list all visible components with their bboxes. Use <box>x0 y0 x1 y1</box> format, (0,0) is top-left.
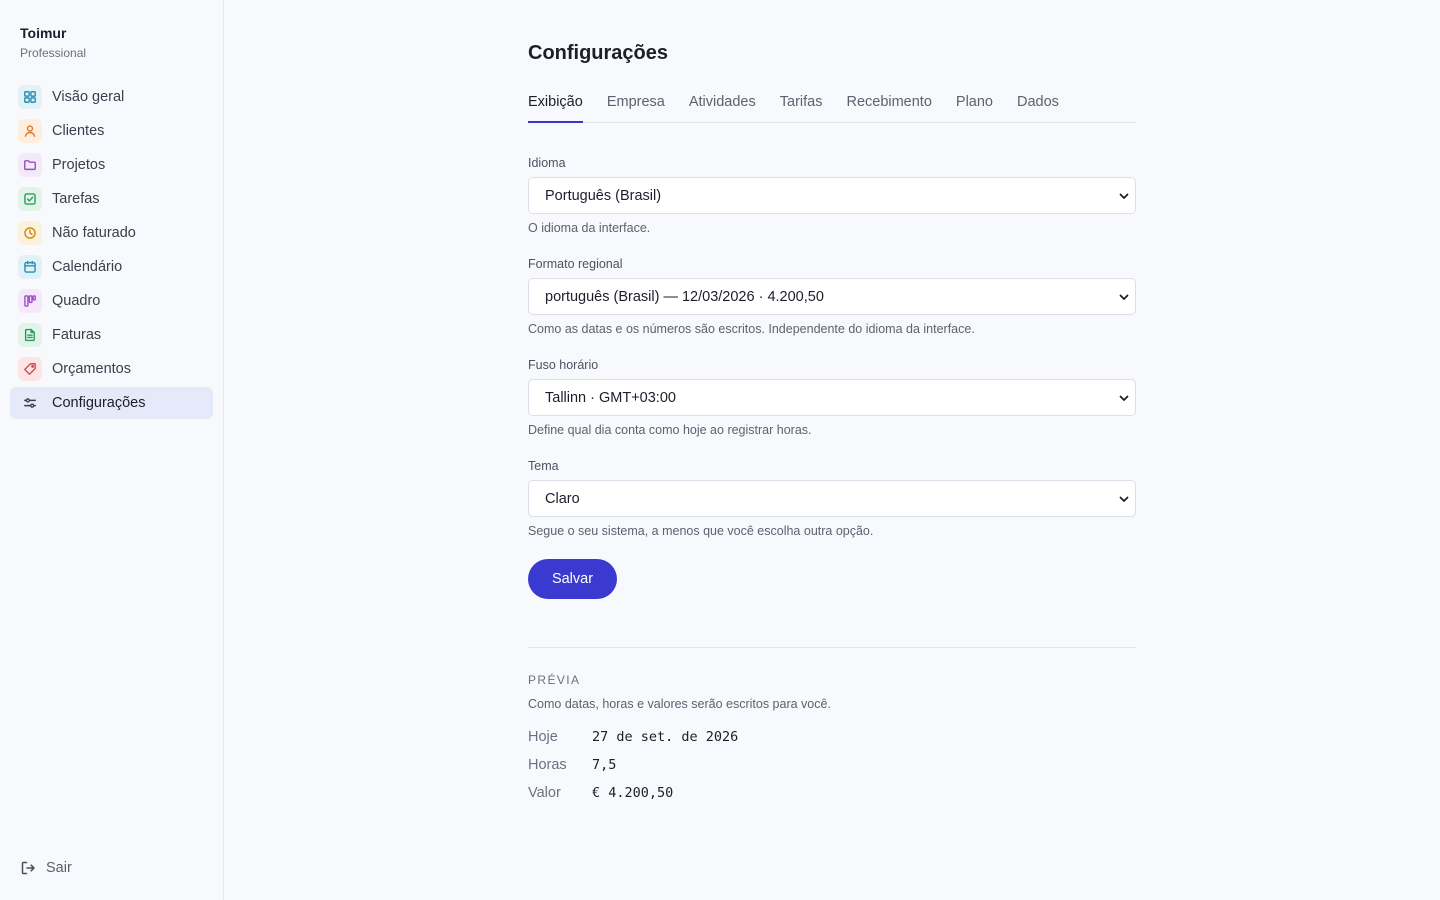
locale-select[interactable]: português (Brasil) — 12/03/2026 · 4.200,… <box>528 278 1136 315</box>
clock-icon <box>18 221 42 245</box>
logout-button[interactable]: Sair <box>20 860 72 876</box>
tab-atividades[interactable]: Atividades <box>689 88 756 123</box>
sidebar-item-projetos[interactable]: Projetos <box>10 149 213 181</box>
sidebar-item-faturas[interactable]: Faturas <box>10 319 213 351</box>
preview-row-hours: Horas 7,5 <box>528 757 616 773</box>
language-hint: O idioma da interface. <box>528 221 651 235</box>
sidebar-item-nao-faturado[interactable]: Não faturado <box>10 217 213 249</box>
tab-dados[interactable]: Dados <box>1017 88 1059 123</box>
sidebar-item-label: Tarefas <box>52 191 100 207</box>
sliders-icon <box>18 391 42 415</box>
sidebar-item-orcamentos[interactable]: Orçamentos <box>10 353 213 385</box>
preview-value: € 4.200,50 <box>592 785 674 801</box>
sidebar-item-visao-geral[interactable]: Visão geral <box>10 81 213 113</box>
tab-plano[interactable]: Plano <box>956 88 993 123</box>
tab-empresa[interactable]: Empresa <box>607 88 665 123</box>
preview-row-amount: Valor € 4.200,50 <box>528 785 673 801</box>
preview-key: Valor <box>528 785 561 801</box>
sidebar-item-tarefas[interactable]: Tarefas <box>10 183 213 215</box>
tab-exibicao[interactable]: Exibição <box>528 88 583 123</box>
locale-select-value: português (Brasil) — 12/03/2026 · 4.200,… <box>545 288 824 305</box>
sidebar-item-label: Quadro <box>52 293 101 309</box>
save-button[interactable]: Salvar <box>528 559 617 599</box>
brand-plan: Professional <box>20 46 87 60</box>
sidebar-item-label: Clientes <box>52 123 105 139</box>
timezone-label: Fuso horário <box>528 358 599 372</box>
theme-hint: Segue o seu sistema, a menos que você es… <box>528 524 874 538</box>
user-icon <box>18 119 42 143</box>
sidebar-item-label: Configurações <box>52 395 146 411</box>
calendar-icon <box>18 255 42 279</box>
preview-value: 27 de set. de 2026 <box>592 729 739 745</box>
preview-row-today: Hoje 27 de set. de 2026 <box>528 729 738 745</box>
sidebar: Toimur Professional Visão geral Clientes… <box>0 0 224 900</box>
document-icon <box>18 323 42 347</box>
sidebar-item-quadro[interactable]: Quadro <box>10 285 213 317</box>
sidebar-item-label: Projetos <box>52 157 106 173</box>
preview-key: Hoje <box>528 729 558 745</box>
locale-label: Formato regional <box>528 257 623 271</box>
section-divider <box>528 647 1136 648</box>
page-title: Configurações <box>528 42 669 64</box>
timezone-select[interactable]: Tallinn · GMT+03:00 <box>528 379 1136 416</box>
preview-description: Como datas, horas e valores serão escrit… <box>528 697 831 711</box>
logout-icon <box>21 861 35 875</box>
settings-tabs: Exibição Empresa Atividades Tarifas Rece… <box>528 88 1136 123</box>
sidebar-item-label: Visão geral <box>52 89 125 105</box>
sidebar-item-label: Não faturado <box>52 225 136 241</box>
sidebar-item-label: Faturas <box>52 327 102 343</box>
tab-tarifas[interactable]: Tarifas <box>780 88 823 123</box>
language-select-value: Português (Brasil) <box>545 187 662 204</box>
brand: Toimur Professional <box>20 25 86 60</box>
language-select[interactable]: Português (Brasil) <box>528 177 1136 214</box>
preview-key: Horas <box>528 757 567 773</box>
sidebar-item-label: Orçamentos <box>52 361 131 377</box>
sidebar-item-clientes[interactable]: Clientes <box>10 115 213 147</box>
kanban-icon <box>18 289 42 313</box>
theme-select-value: Claro <box>545 490 580 507</box>
sidebar-item-configuracoes[interactable]: Configurações <box>10 387 213 419</box>
brand-name: Toimur <box>20 25 67 41</box>
logout-label: Sair <box>46 860 72 876</box>
chevron-down-icon <box>1119 193 1129 199</box>
timezone-select-value: Tallinn · GMT+03:00 <box>545 389 676 406</box>
chevron-down-icon <box>1119 395 1129 401</box>
theme-label: Tema <box>528 459 559 473</box>
theme-select[interactable]: Claro <box>528 480 1136 517</box>
preview-heading: PRÉVIA <box>528 673 581 687</box>
locale-hint: Como as datas e os números são escritos.… <box>528 322 975 336</box>
sidebar-item-label: Calendário <box>52 259 123 275</box>
sidebar-nav: Visão geral Clientes Projetos Tarefas Nã… <box>10 81 213 421</box>
chevron-down-icon <box>1119 294 1129 300</box>
language-label: Idioma <box>528 156 566 170</box>
grid-icon <box>18 85 42 109</box>
tag-icon <box>18 357 42 381</box>
sidebar-item-calendario[interactable]: Calendário <box>10 251 213 283</box>
folder-icon <box>18 153 42 177</box>
preview-value: 7,5 <box>592 757 617 773</box>
tab-recebimento[interactable]: Recebimento <box>846 88 931 123</box>
timezone-hint: Define qual dia conta como hoje ao regis… <box>528 423 812 437</box>
chevron-down-icon <box>1119 496 1129 502</box>
checkbox-icon <box>18 187 42 211</box>
